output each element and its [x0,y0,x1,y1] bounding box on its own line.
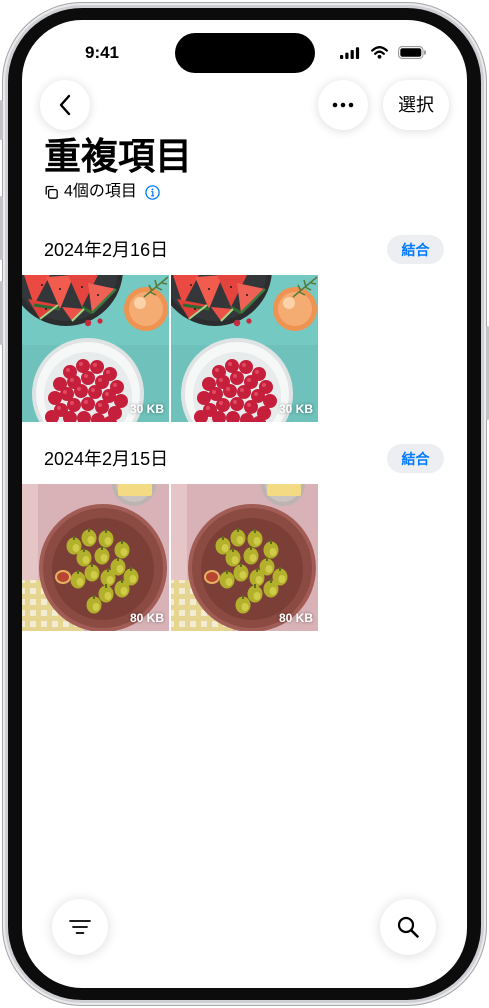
more-button[interactable] [318,80,368,130]
select-button[interactable]: 選択 [383,80,449,130]
volume-up-button [0,196,3,260]
group-date: 2024年2月16日 [44,240,169,260]
merge-button[interactable]: 結合 [387,444,444,473]
photo-thumbnail[interactable]: 80 KB [171,484,318,631]
photo-thumbnail-image [171,484,318,631]
photo-thumbnail[interactable]: 80 KB [22,484,169,631]
item-count-label: 4個の項目 [64,183,137,200]
photo-thumbnail-image [171,275,318,422]
photo-image [22,484,169,631]
photo-thumbnail-image [22,484,169,631]
ellipsis-icon [332,102,354,108]
photo-thumbnail-image [22,275,169,422]
duplicate-icon-graphic [45,185,58,199]
filter-button[interactable] [52,899,108,955]
file-size-label: 30 KB [278,402,313,416]
file-size-label: 80 KB [278,611,313,625]
info-icon[interactable] [145,184,160,200]
merge-button[interactable]: 結合 [387,235,444,264]
photo-image [171,275,318,422]
battery-icon [398,46,426,59]
item-count-row: 4個の項目 [44,182,160,202]
dynamic-island [175,33,315,73]
photo-row: 30 KB 30 KB [22,275,320,422]
volume-down-button [0,281,3,345]
photo-image [171,484,318,631]
signal-icon [340,47,360,59]
duplicate-group: 2024年2月15日 結合 80 KB 80 KB [22,444,467,631]
info-icon-graphic [145,184,160,200]
photo-thumbnail[interactable]: 30 KB [171,275,318,422]
file-size-label: 80 KB [129,611,164,625]
file-size-label: 30 KB [129,402,164,416]
photo-row: 80 KB 80 KB [22,484,320,631]
filter-icon [69,920,91,934]
photo-image [22,275,169,422]
duplicate-icon [44,185,58,199]
chevron-left-icon [59,94,71,116]
action-button [0,100,3,140]
duplicate-group: 2024年2月16日 結合 30 KB 30 KB [22,235,467,422]
page-title: 重複項目 [44,136,192,177]
photo-thumbnail[interactable]: 30 KB [22,275,169,422]
search-icon [397,916,419,938]
status-time: 9:41 [84,43,120,62]
group-date: 2024年2月15日 [44,449,169,469]
back-button[interactable] [40,80,90,130]
wifi-icon [371,46,388,59]
screen: 9:41 選択 重複項目 4個の項目 2024年2月16日 結合 30 KB 3… [22,20,467,988]
search-button[interactable] [380,899,436,955]
